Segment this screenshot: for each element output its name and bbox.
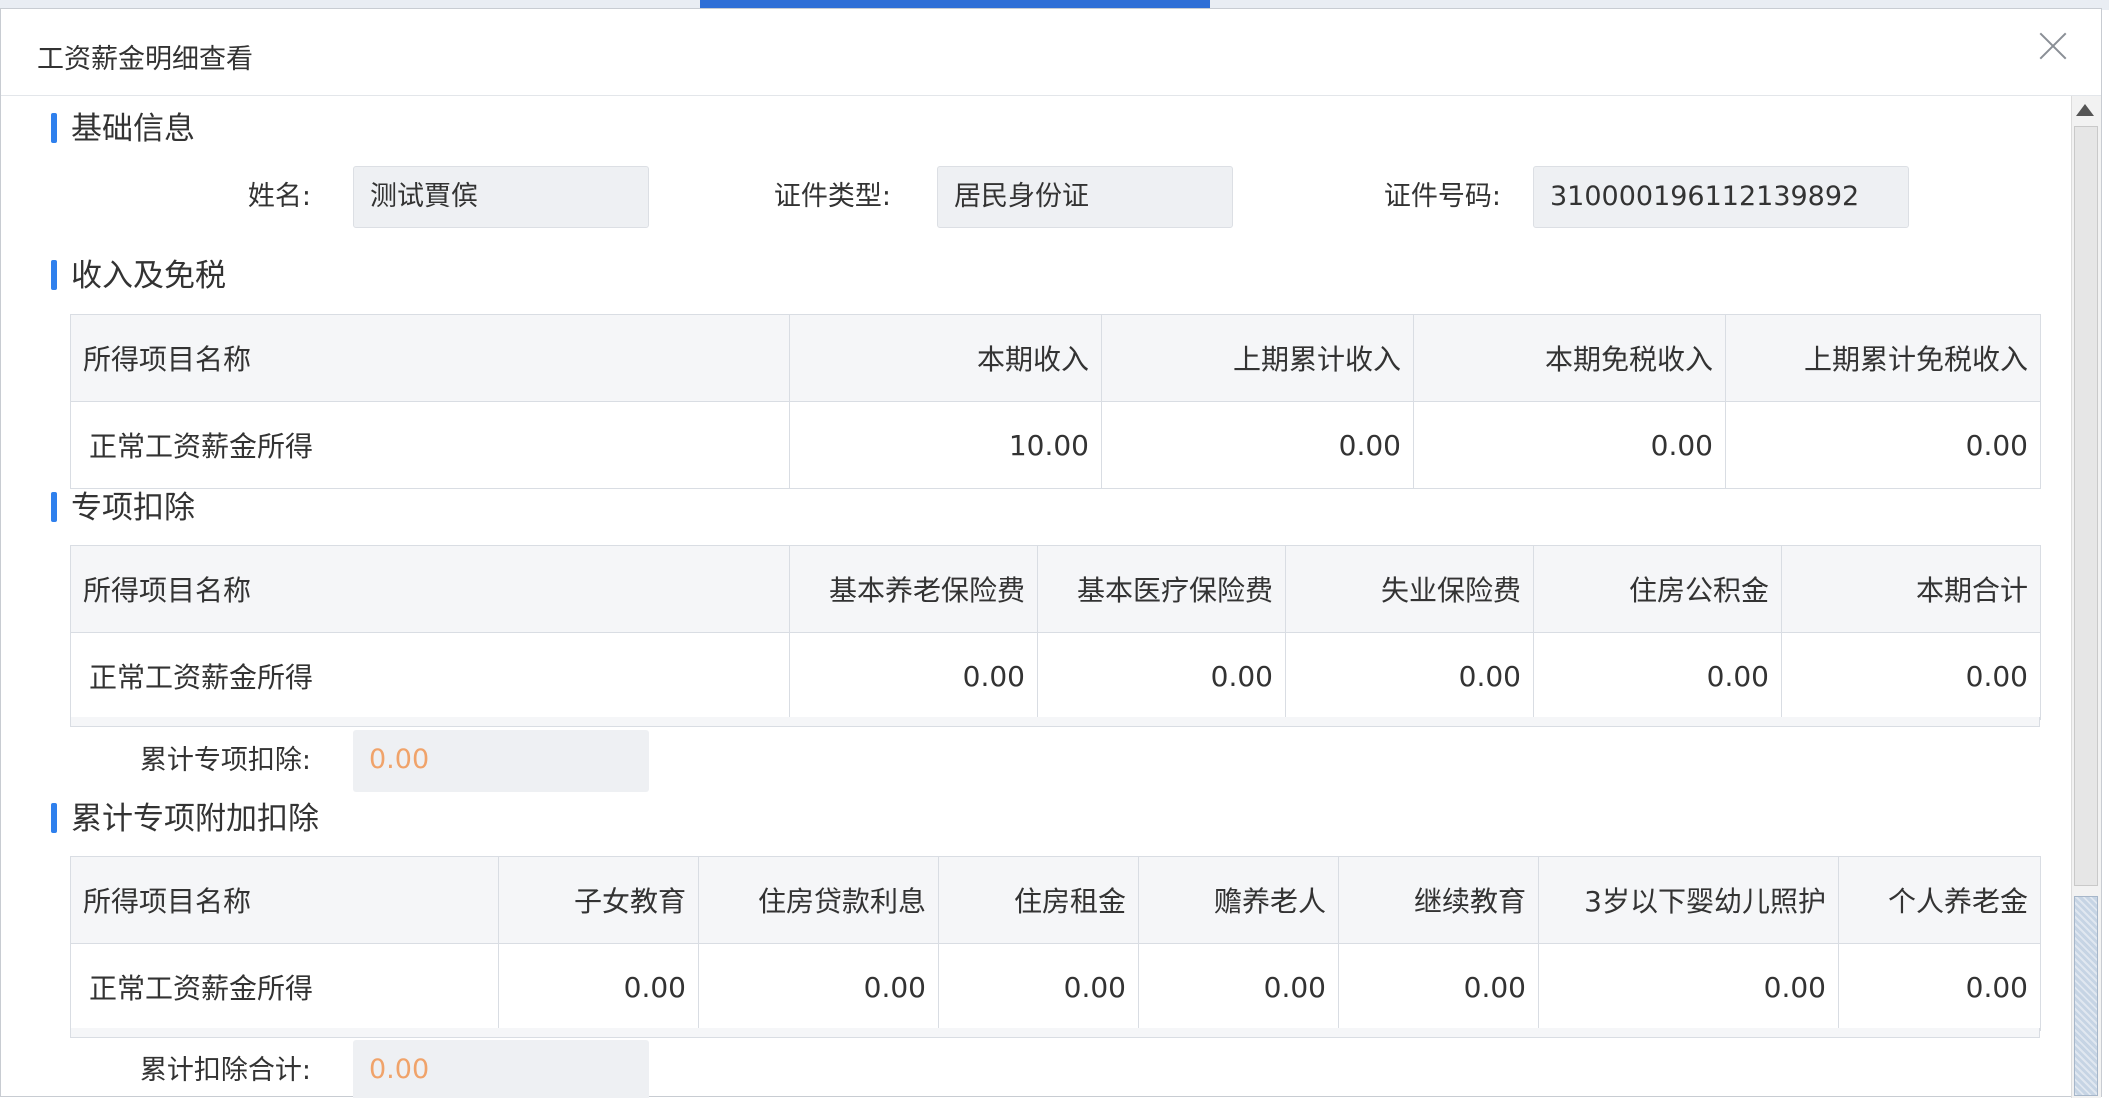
table-cell: 正常工资薪金所得 bbox=[70, 401, 790, 489]
table-cell: 0.00 bbox=[1138, 943, 1339, 1031]
section-income-title: 收入及免税 bbox=[71, 258, 226, 294]
table-cell: 0.00 bbox=[1338, 943, 1539, 1031]
scroll-track[interactable] bbox=[2074, 126, 2098, 886]
table-cell: 10.00 bbox=[789, 401, 1102, 489]
column-header: 所得项目名称 bbox=[70, 545, 790, 633]
special-deduction-table: 所得项目名称 基本养老保险费 基本医疗保险费 失业保险费 住房公积金 本期合计 … bbox=[70, 545, 2041, 720]
table-cell: 0.00 bbox=[1533, 632, 1782, 720]
column-header: 上期累计收入 bbox=[1101, 314, 1414, 402]
id-type-field: 居民身份证 bbox=[937, 166, 1233, 228]
column-header: 失业保险费 bbox=[1285, 545, 1534, 633]
table-cell: 0.00 bbox=[1413, 401, 1726, 489]
section-marker-icon bbox=[51, 260, 57, 290]
name-label: 姓名: bbox=[247, 181, 311, 212]
table-header-row: 所得项目名称 基本养老保险费 基本医疗保险费 失业保险费 住房公积金 本期合计 bbox=[70, 545, 2041, 633]
table-cell: 0.00 bbox=[1838, 943, 2041, 1031]
additional-deduction-table: 所得项目名称 子女教育 住房贷款利息 住房租金 赡养老人 继续教育 3岁以下婴幼… bbox=[70, 856, 2041, 1031]
table-row[interactable]: 正常工资薪金所得 0.00 0.00 0.00 0.00 0.00 bbox=[70, 632, 2041, 720]
table-cell: 0.00 bbox=[938, 943, 1139, 1031]
column-header: 子女教育 bbox=[498, 856, 699, 944]
table-cell: 正常工资薪金所得 bbox=[70, 632, 790, 720]
table-row[interactable]: 正常工资薪金所得 10.00 0.00 0.00 0.00 bbox=[70, 401, 2041, 489]
column-header: 所得项目名称 bbox=[70, 314, 790, 402]
id-number-label: 证件号码: bbox=[1383, 181, 1501, 212]
table-cell: 0.00 bbox=[698, 943, 939, 1031]
table-cell: 0.00 bbox=[1037, 632, 1286, 720]
scroll-up-arrow-icon[interactable] bbox=[2076, 104, 2094, 116]
section-additional-deduction: 累计专项附加扣除 bbox=[51, 799, 319, 839]
table-cell: 0.00 bbox=[1725, 401, 2041, 489]
id-type-label: 证件类型: bbox=[773, 181, 891, 212]
column-header: 3岁以下婴幼儿照护 bbox=[1538, 856, 1839, 944]
column-header: 所得项目名称 bbox=[70, 856, 499, 944]
table-cell: 0.00 bbox=[789, 632, 1038, 720]
additional-deduction-total-field: 0.00 bbox=[353, 1040, 649, 1098]
dialog-content: 基础信息 姓名: 测试賈傧 证件类型: 居民身份证 证件号码: 31000019… bbox=[1, 96, 2071, 1098]
table-cell: 正常工资薪金所得 bbox=[70, 943, 499, 1031]
column-header: 基本医疗保险费 bbox=[1037, 545, 1286, 633]
column-header: 赡养老人 bbox=[1138, 856, 1339, 944]
table-footer-strip bbox=[70, 1028, 2040, 1038]
section-basic-info: 基础信息 bbox=[51, 109, 195, 149]
table-footer-strip bbox=[70, 717, 2040, 727]
section-marker-icon bbox=[51, 492, 57, 522]
section-basic-info-title: 基础信息 bbox=[71, 111, 195, 147]
section-marker-icon bbox=[51, 113, 57, 143]
section-marker-icon bbox=[51, 803, 57, 833]
table-cell: 0.00 bbox=[1101, 401, 1414, 489]
id-number-field: 310000196112139892 bbox=[1533, 166, 1909, 228]
dialog-header: 工资薪金明细查看 bbox=[1, 9, 2101, 96]
table-row[interactable]: 正常工资薪金所得 0.00 0.00 0.00 0.00 0.00 0.00 0… bbox=[70, 943, 2041, 1031]
column-header: 继续教育 bbox=[1338, 856, 1539, 944]
section-special-deduction-title: 专项扣除 bbox=[71, 490, 195, 526]
table-cell: 0.00 bbox=[1285, 632, 1534, 720]
table-header-row: 所得项目名称 本期收入 上期累计收入 本期免税收入 上期累计免税收入 bbox=[70, 314, 2041, 402]
section-additional-deduction-title: 累计专项附加扣除 bbox=[71, 801, 319, 837]
detail-dialog: 工资薪金明细查看 基础信息 姓名: 测试賈傧 证件类型: 居民身份证 证件号码:… bbox=[0, 8, 2102, 1098]
income-table: 所得项目名称 本期收入 上期累计收入 本期免税收入 上期累计免税收入 正常工资薪… bbox=[70, 314, 2041, 489]
scroll-thumb[interactable] bbox=[2074, 896, 2098, 1096]
table-cell: 0.00 bbox=[498, 943, 699, 1031]
column-header: 基本养老保险费 bbox=[789, 545, 1038, 633]
vertical-scrollbar[interactable] bbox=[2071, 96, 2101, 1098]
dialog-title: 工资薪金明细查看 bbox=[37, 44, 253, 75]
table-header-row: 所得项目名称 子女教育 住房贷款利息 住房租金 赡养老人 继续教育 3岁以下婴幼… bbox=[70, 856, 2041, 944]
column-header: 个人养老金 bbox=[1838, 856, 2041, 944]
close-icon[interactable] bbox=[2031, 25, 2075, 69]
section-special-deduction: 专项扣除 bbox=[51, 488, 195, 528]
name-field: 测试賈傧 bbox=[353, 166, 649, 228]
column-header: 本期收入 bbox=[789, 314, 1102, 402]
additional-deduction-total-label: 累计扣除合计: bbox=[139, 1055, 311, 1086]
special-deduction-total-field: 0.00 bbox=[353, 730, 649, 792]
column-header: 住房租金 bbox=[938, 856, 1139, 944]
table-cell: 0.00 bbox=[1781, 632, 2041, 720]
column-header: 上期累计免税收入 bbox=[1725, 314, 2041, 402]
column-header: 住房公积金 bbox=[1533, 545, 1782, 633]
column-header: 本期合计 bbox=[1781, 545, 2041, 633]
table-cell: 0.00 bbox=[1538, 943, 1839, 1031]
column-header: 住房贷款利息 bbox=[698, 856, 939, 944]
special-deduction-total-label: 累计专项扣除: bbox=[139, 745, 311, 776]
column-header: 本期免税收入 bbox=[1413, 314, 1726, 402]
section-income: 收入及免税 bbox=[51, 256, 226, 296]
